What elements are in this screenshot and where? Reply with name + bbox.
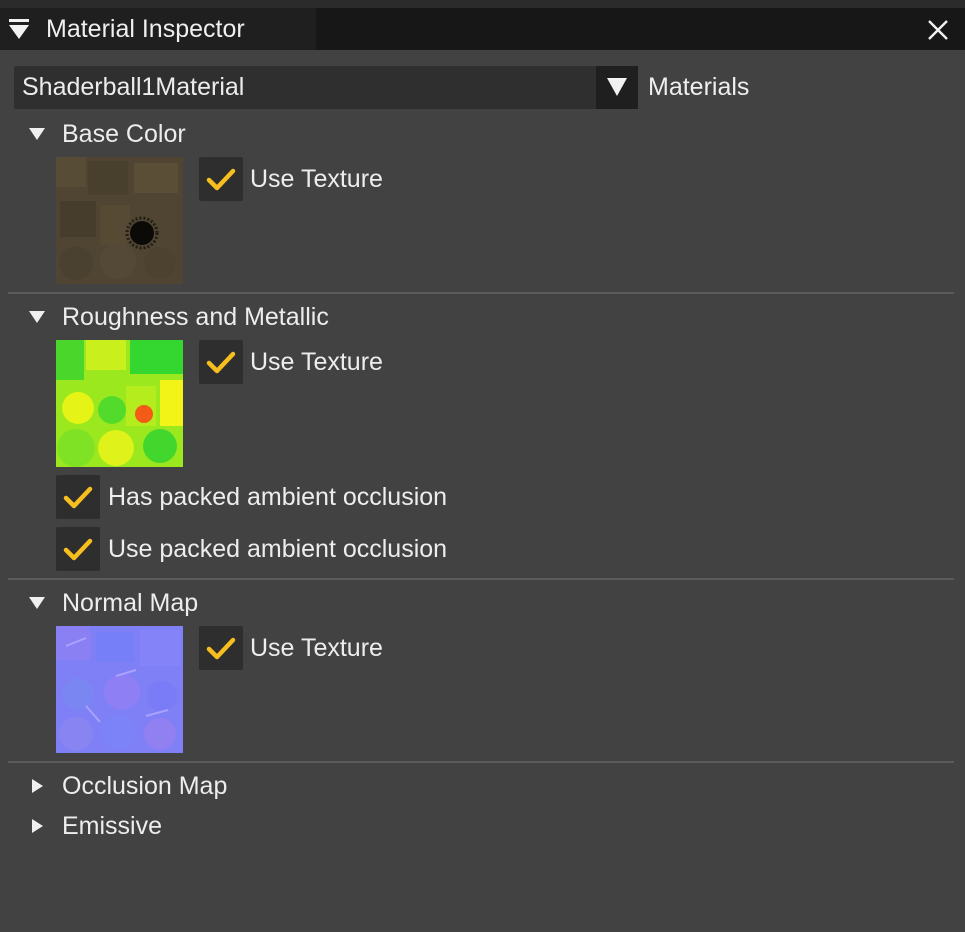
menu-triangle-icon[interactable] (7, 17, 31, 41)
collapsed-triangle-icon (32, 779, 43, 793)
has-packed-ao-label: Has packed ambient occlusion (108, 483, 448, 511)
expanded-triangle-icon (29, 311, 45, 323)
use-texture-label: Use Texture (250, 348, 383, 376)
section-title: Normal Map (62, 589, 199, 617)
use-packed-ao-checkbox[interactable] (56, 527, 100, 571)
use-texture-label: Use Texture (250, 634, 383, 662)
expanded-triangle-icon (29, 597, 45, 609)
material-dropdown-value: Shaderball1Material (22, 73, 245, 101)
checkmark-icon (63, 538, 93, 561)
base-color-use-texture-checkbox[interactable] (199, 157, 243, 201)
section-divider (8, 292, 954, 294)
close-icon[interactable] (922, 14, 954, 46)
window-title: Material Inspector (46, 15, 245, 43)
section-title: Emissive (62, 812, 163, 840)
use-texture-label: Use Texture (250, 165, 383, 193)
title-bar: Material Inspector (0, 8, 965, 50)
chevron-down-icon (607, 78, 627, 96)
has-packed-ao-checkbox[interactable] (56, 475, 100, 519)
section-title: Occlusion Map (62, 772, 228, 800)
section-divider (8, 761, 954, 763)
dropdown-arrow-button[interactable] (596, 66, 638, 109)
base-color-texture-thumbnail[interactable] (56, 157, 183, 284)
normal-map-texture-thumbnail[interactable] (56, 626, 183, 753)
section-title: Roughness and Metallic (62, 303, 329, 331)
roughness-metallic-texture-thumbnail[interactable] (56, 340, 183, 467)
collapsed-triangle-icon (32, 819, 43, 833)
expanded-triangle-icon (29, 128, 45, 140)
checkmark-icon (63, 486, 93, 509)
window-tab[interactable]: Material Inspector (0, 8, 316, 50)
roughness-use-texture-checkbox[interactable] (199, 340, 243, 384)
normal-map-use-texture-checkbox[interactable] (199, 626, 243, 670)
materials-label: Materials (648, 73, 750, 101)
checkmark-icon (206, 637, 236, 660)
use-packed-ao-label: Use packed ambient occlusion (108, 535, 448, 563)
window-top-strip (0, 0, 965, 8)
material-dropdown[interactable]: Shaderball1Material (14, 66, 638, 109)
checkmark-icon (206, 351, 236, 374)
section-divider (8, 578, 954, 580)
checkmark-icon (206, 168, 236, 191)
section-title: Base Color (62, 120, 186, 148)
